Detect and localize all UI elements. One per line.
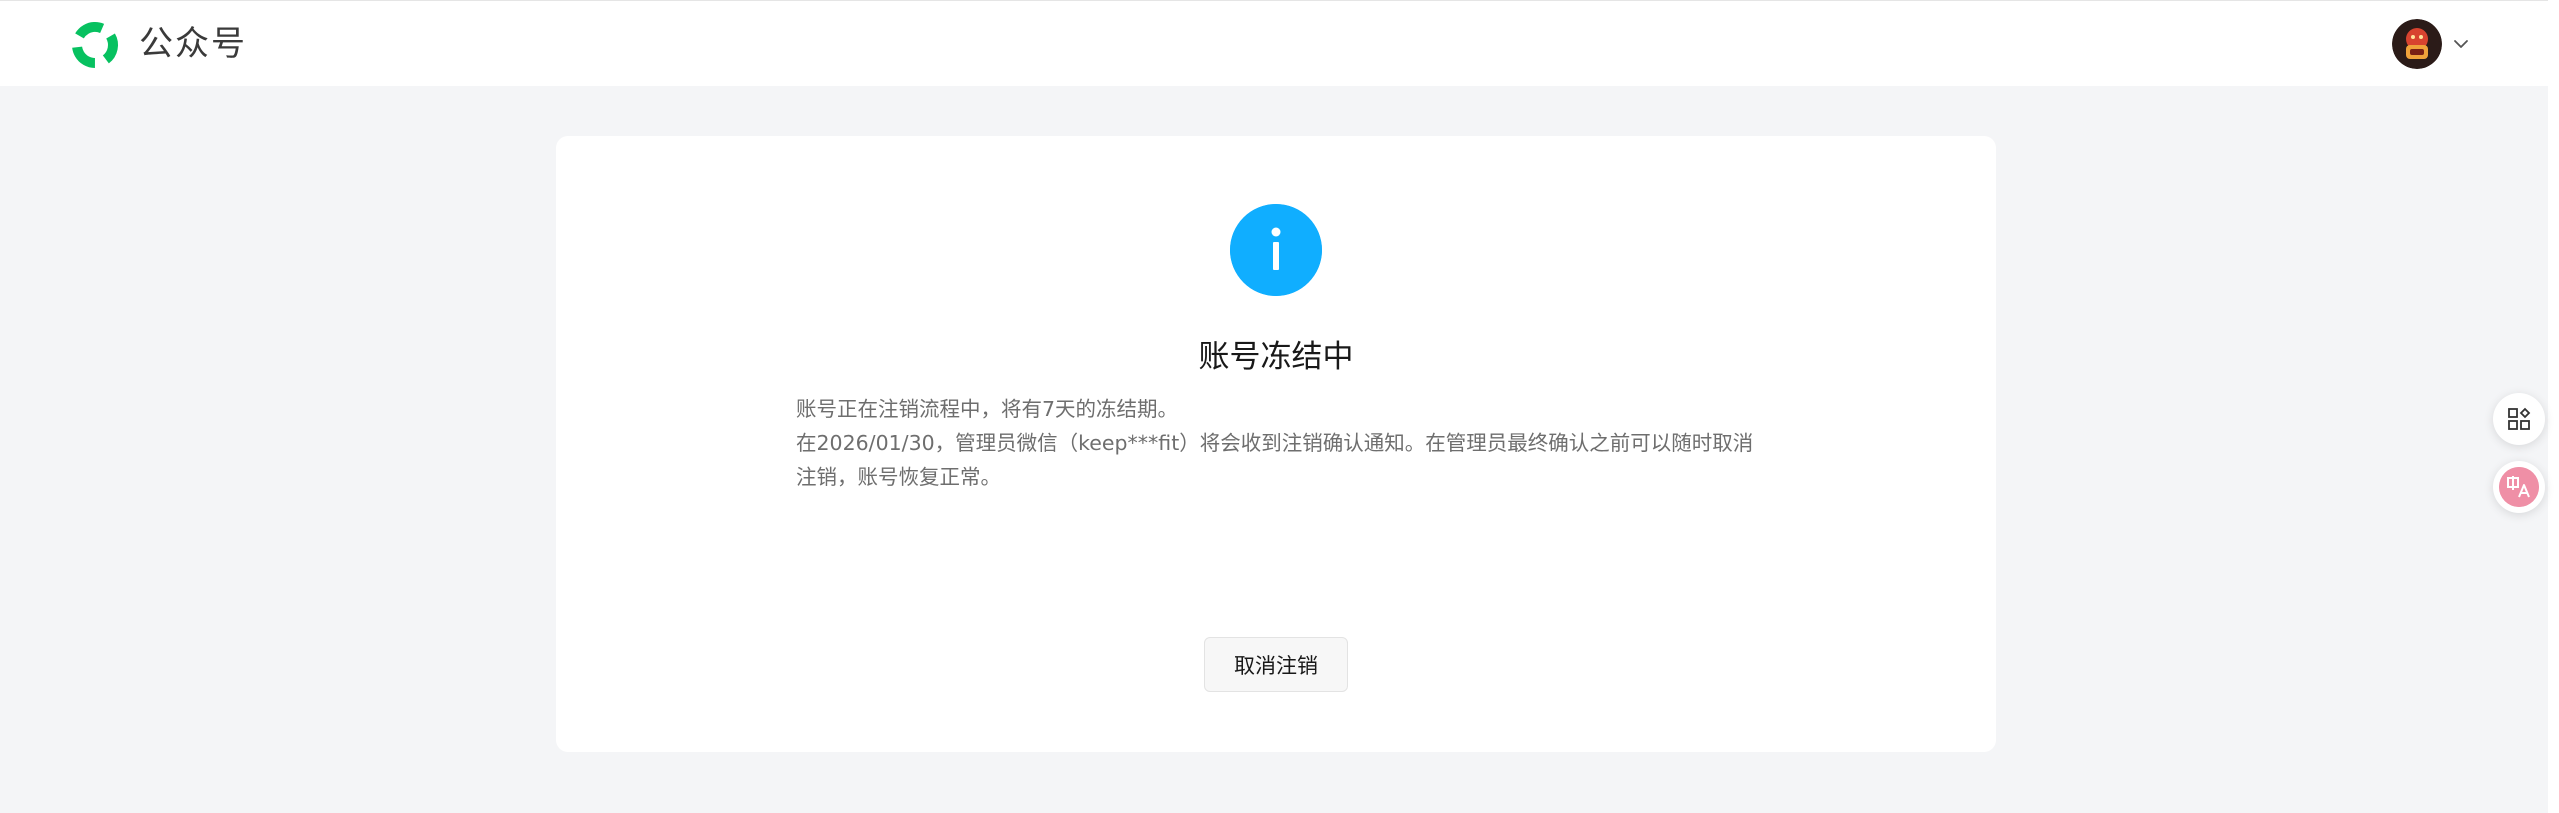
- translate-tool[interactable]: [2493, 461, 2545, 513]
- chevron-down-icon[interactable]: [2452, 35, 2470, 53]
- account-menu[interactable]: [2392, 19, 2470, 69]
- brand-name[interactable]: 公众号: [139, 22, 247, 66]
- cancel-deregistration-button[interactable]: 取消注销: [1204, 637, 1348, 692]
- status-card: 账号冻结中 账号正在注销流程中，将有7天的冻结期。 在2026/01/30，管理…: [556, 136, 1996, 752]
- status-description: 账号正在注销流程中，将有7天的冻结期。 在2026/01/30，管理员微信（ke…: [796, 392, 1756, 494]
- right-edge-strip: [2548, 0, 2559, 813]
- user-avatar[interactable]: [2392, 19, 2442, 69]
- app-grid-tool[interactable]: [2493, 393, 2545, 445]
- translate-icon: [2499, 467, 2539, 507]
- wechat-official-account-logo-icon[interactable]: [70, 20, 120, 70]
- status-title: 账号冻结中: [1198, 339, 1354, 375]
- status-description-line: 在2026/01/30，管理员微信（keep***fit）将会收到注销确认通知。…: [796, 431, 1754, 489]
- app-grid-icon: [2508, 407, 2531, 430]
- status-description-line: 账号正在注销流程中，将有7天的冻结期。: [796, 397, 1179, 421]
- info-icon: [1230, 204, 1322, 296]
- top-header: 公众号: [0, 0, 2559, 86]
